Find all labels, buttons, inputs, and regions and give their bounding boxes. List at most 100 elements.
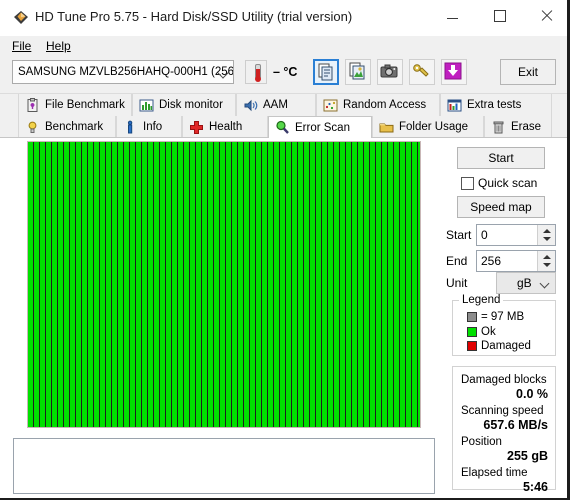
exit-button[interactable]: Exit — [500, 59, 556, 85]
legend-item-damaged: Damaged — [467, 340, 531, 352]
hdtune-diamond-icon — [14, 11, 28, 24]
tab-benchmark-label: Benchmark — [45, 121, 104, 133]
bulb-icon — [25, 120, 40, 135]
copy-image-icon — [349, 62, 365, 80]
legend-label-damaged: Damaged — [481, 340, 531, 352]
tab-file-benchmark[interactable]: File Benchmark — [18, 94, 132, 116]
end-input[interactable]: 256 — [476, 250, 556, 272]
menu-item-file[interactable]: File — [8, 38, 35, 54]
copy-image-button[interactable] — [345, 59, 371, 85]
tab-random-access[interactable]: Random Access — [316, 94, 440, 116]
screenshot-button[interactable] — [377, 59, 403, 85]
close-button[interactable] — [523, 0, 567, 32]
legend-group: Legend = 97 MB Ok Damaged — [452, 294, 556, 356]
chart-grid-icon — [447, 98, 462, 113]
tab-info[interactable]: Info — [116, 116, 182, 138]
trash-icon — [491, 120, 506, 135]
tab-benchmark[interactable]: Benchmark — [18, 116, 116, 138]
legend-label-ok: Ok — [481, 326, 496, 338]
menu-item-help[interactable]: Help — [42, 38, 75, 54]
tab-disk-monitor-label: Disk monitor — [159, 99, 223, 111]
tab-random-access-label: Random Access — [343, 99, 427, 111]
scanning-speed-label: Scanning speed — [461, 405, 544, 417]
legend-item-size: = 97 MB — [467, 311, 524, 323]
minimize-button[interactable] — [429, 0, 475, 32]
maximize-button[interactable] — [477, 0, 523, 32]
info-icon — [123, 120, 138, 135]
tab-health[interactable]: Health — [182, 116, 268, 138]
tab-disk-monitor[interactable]: Disk monitor — [132, 94, 236, 116]
chevron-up-icon[interactable] — [543, 229, 551, 233]
damaged-blocks-label: Damaged blocks — [461, 374, 547, 386]
scan-stats-group: Damaged blocks 0.0 % Scanning speed 657.… — [452, 366, 556, 494]
position-label: Position — [461, 436, 502, 448]
copy-button[interactable] — [313, 59, 339, 85]
end-stepper[interactable] — [537, 251, 555, 271]
download-arrow-icon — [444, 62, 462, 80]
tab-folder-usage[interactable]: Folder Usage — [372, 116, 484, 138]
scan-controls-panel: Start Quick scan Speed map Start 0 End 2… — [444, 138, 560, 496]
legend-title: Legend — [459, 294, 504, 306]
speaker-icon — [243, 98, 258, 113]
chevron-down-icon — [539, 278, 550, 289]
scan-map-blocks — [28, 142, 420, 427]
red-cross-icon — [189, 120, 204, 135]
start-stepper[interactable] — [537, 225, 555, 245]
start-field-label: Start — [446, 228, 472, 242]
download-button[interactable] — [441, 59, 467, 85]
scan-map-frame — [13, 138, 435, 432]
drive-select[interactable]: SAMSUNG MZVLB256HAHQ-000H1 (256 — [12, 60, 234, 84]
tab-folder-usage-label: Folder Usage — [399, 121, 469, 133]
quick-scan-checkbox[interactable] — [461, 176, 474, 190]
tab-aam-label: AAM — [263, 99, 288, 111]
tab-bar: File Benchmark Disk monitor AAM Random A… — [0, 94, 567, 138]
scan-log[interactable] — [13, 438, 435, 494]
clipboard-icon — [25, 97, 40, 113]
chevron-up-icon[interactable] — [543, 255, 551, 259]
menu-help-label: Help — [46, 39, 71, 53]
chevron-down-icon[interactable] — [543, 263, 551, 267]
maximize-icon — [494, 10, 506, 22]
start-input[interactable]: 0 — [476, 224, 556, 246]
legend-swatch-red — [467, 341, 477, 351]
damaged-blocks-value: 0.0 % — [516, 387, 548, 401]
scatter-icon — [323, 98, 338, 113]
tab-aam[interactable]: AAM — [236, 94, 316, 116]
magnifier-icon — [275, 120, 290, 135]
close-icon — [540, 10, 552, 22]
scanning-speed-value: 657.6 MB/s — [483, 418, 548, 432]
hdtune-window: HD Tune Pro 5.75 - Hard Disk/SSD Utility… — [0, 0, 570, 500]
folder-icon — [379, 120, 394, 135]
speed-map-button[interactable]: Speed map — [457, 196, 545, 218]
window-title: HD Tune Pro 5.75 - Hard Disk/SSD Utility… — [35, 9, 353, 24]
camera-icon — [380, 64, 398, 78]
tab-erase[interactable]: Erase — [484, 116, 552, 138]
temperature-indicator — [245, 60, 267, 84]
copy-icon — [318, 63, 333, 81]
bar-chart-icon — [139, 98, 154, 113]
menu-bar: File Help — [0, 36, 567, 55]
chevron-down-icon[interactable] — [543, 237, 551, 241]
quick-scan-checkbox-row[interactable]: Quick scan — [461, 176, 537, 190]
temperature-value: – °C — [273, 65, 298, 79]
thermometer-icon — [255, 64, 261, 82]
tab-error-scan[interactable]: Error Scan — [268, 116, 372, 138]
tab-row-bottom: Benchmark Info Health Error Scan Folder … — [0, 116, 567, 138]
quick-scan-label: Quick scan — [478, 176, 538, 190]
start-button[interactable]: Start — [457, 147, 545, 169]
legend-swatch-gray — [467, 312, 477, 322]
legend-swatch-green — [467, 327, 477, 337]
folder-key-button[interactable] — [409, 59, 435, 85]
start-input-value: 0 — [481, 228, 488, 242]
tab-extra-tests[interactable]: Extra tests — [440, 94, 552, 116]
scan-map[interactable] — [27, 141, 421, 428]
tab-row-top: File Benchmark Disk monitor AAM Random A… — [0, 94, 567, 116]
position-value: 255 gB — [507, 449, 548, 463]
tab-erase-label: Erase — [511, 121, 542, 133]
unit-select[interactable]: gB — [496, 272, 556, 294]
unit-select-value: gB — [517, 276, 532, 290]
tab-extra-tests-label: Extra tests — [467, 99, 522, 111]
drive-select-value: SAMSUNG MZVLB256HAHQ-000H1 (256 — [18, 66, 234, 78]
tab-health-label: Health — [209, 121, 243, 133]
unit-label: Unit — [446, 276, 468, 290]
